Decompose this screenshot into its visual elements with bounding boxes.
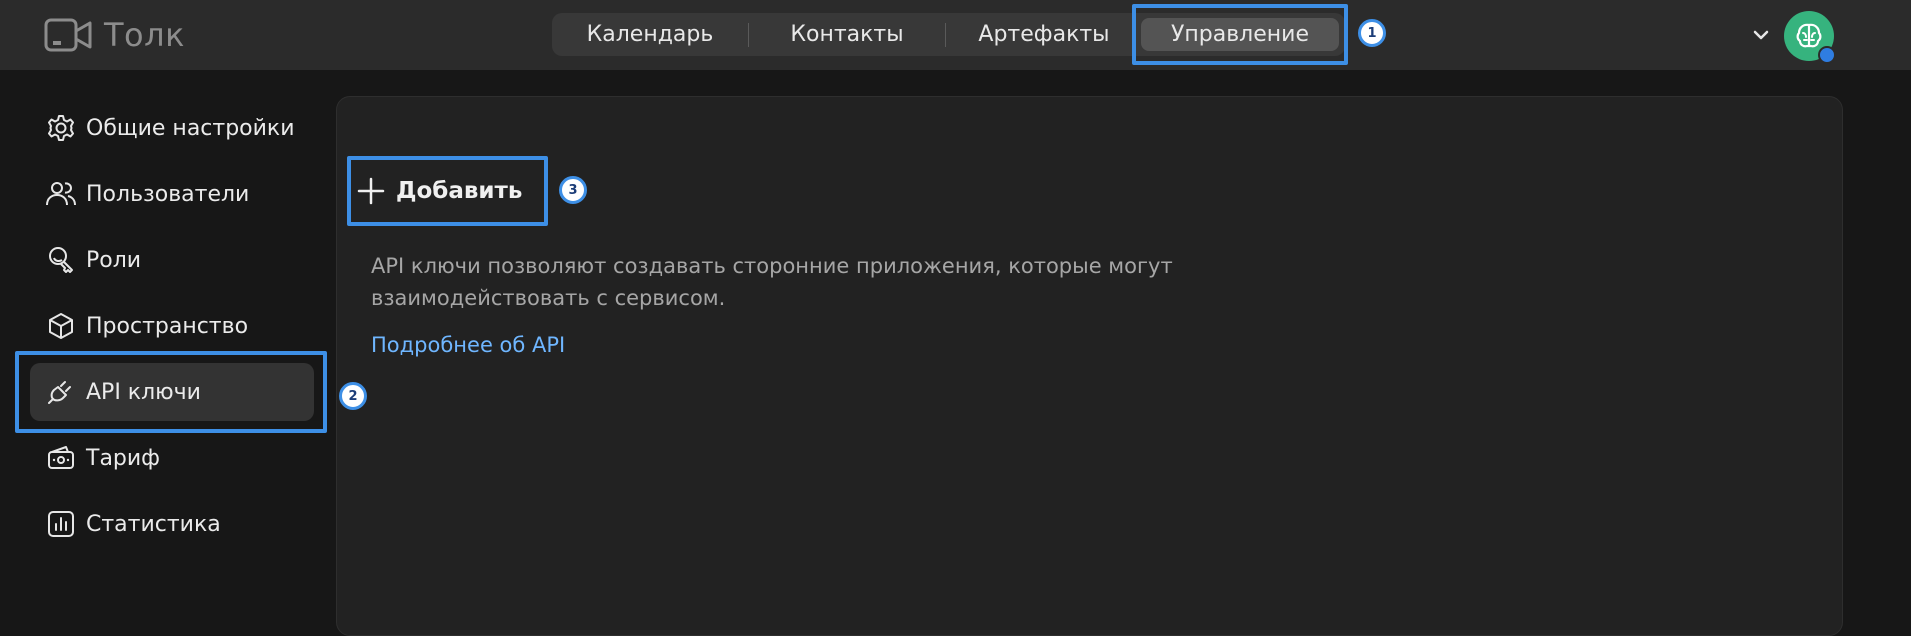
roles-icon: [44, 243, 78, 277]
highlight-box-sidebar: [15, 351, 327, 433]
wallet-icon: [44, 441, 78, 475]
sidebar-item-label: Роли: [86, 247, 142, 273]
video-camera-icon: [44, 18, 92, 52]
top-bar: Толк Календарь Контакты Артефакты Управл…: [0, 0, 1911, 70]
highlight-box-tab: [1132, 4, 1348, 65]
step-badge-3: 3: [559, 176, 587, 204]
app-name: Толк: [104, 16, 185, 54]
main-panel: [336, 96, 1843, 636]
app-logo[interactable]: Толк: [44, 16, 185, 54]
chevron-down-icon[interactable]: [1753, 26, 1769, 45]
cube-icon: [44, 309, 78, 343]
sidebar-item-label: Пространство: [86, 313, 249, 339]
tab-label: Контакты: [790, 22, 904, 47]
tab-calendar[interactable]: Календарь: [552, 13, 748, 56]
sidebar-item-statistics[interactable]: Статистика: [30, 495, 314, 553]
sidebar-item-label: Тариф: [86, 445, 160, 471]
step-badge-1: 1: [1358, 19, 1386, 47]
tab-label: Артефакты: [978, 22, 1110, 47]
sidebar-item-roles[interactable]: Роли: [30, 231, 314, 289]
sidebar-item-space[interactable]: Пространство: [30, 297, 314, 355]
online-status-dot: [1818, 46, 1836, 64]
description-line: API ключи позволяют создавать сторонние …: [371, 254, 1173, 278]
step-badge-2: 2: [339, 382, 367, 410]
api-description: API ключи позволяют создавать сторонние …: [371, 250, 1271, 314]
sidebar-item-tariff[interactable]: Тариф: [30, 429, 314, 487]
tab-artifacts[interactable]: Артефакты: [946, 13, 1142, 56]
sidebar-item-label: Пользователи: [86, 181, 250, 207]
highlight-box-add: [347, 156, 548, 226]
chart-icon: [44, 507, 78, 541]
sidebar-item-label: Общие настройки: [86, 115, 295, 141]
sidebar-item-users[interactable]: Пользователи: [30, 165, 314, 223]
tab-label: Календарь: [586, 22, 714, 47]
tab-contacts[interactable]: Контакты: [749, 13, 945, 56]
gear-icon: [44, 111, 78, 145]
users-icon: [44, 177, 78, 211]
sidebar-item-label: Статистика: [86, 511, 221, 537]
sidebar-item-general-settings[interactable]: Общие настройки: [30, 99, 314, 157]
api-docs-link[interactable]: Подробнее об API: [371, 333, 565, 357]
description-line: взаимодействовать с сервисом.: [371, 286, 726, 310]
